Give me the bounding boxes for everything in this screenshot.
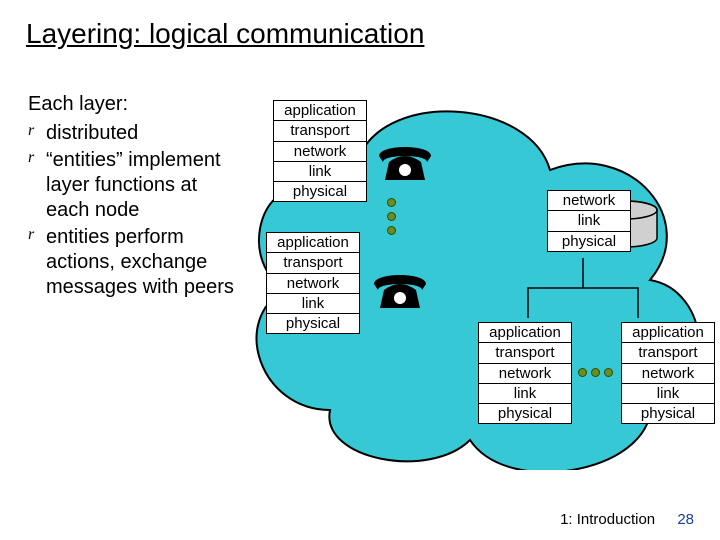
connection-dots bbox=[578, 368, 613, 377]
layer-row: link bbox=[479, 384, 571, 404]
layer-stack-host-b: application transport network link physi… bbox=[266, 232, 360, 334]
layer-row: transport bbox=[267, 253, 359, 273]
layer-row: network bbox=[479, 364, 571, 384]
page-number: 28 bbox=[677, 511, 694, 528]
slide-title: Layering: logical communication bbox=[26, 18, 424, 50]
bracket-line-icon bbox=[508, 258, 658, 328]
bullet-marker: r bbox=[28, 148, 46, 168]
lead-line: Each layer: bbox=[28, 92, 238, 117]
bullet-item: r“entities” implement layer functions at… bbox=[28, 148, 238, 223]
layer-row: transport bbox=[479, 343, 571, 363]
layer-row: transport bbox=[274, 121, 366, 141]
layer-row: physical bbox=[548, 232, 630, 251]
layer-row: application bbox=[274, 101, 366, 121]
bullet-marker: r bbox=[28, 225, 46, 245]
bullet-text: entities perform actions, exchange messa… bbox=[46, 225, 238, 300]
layer-stack-host-a: application transport network link physi… bbox=[273, 100, 367, 202]
slide-footer: 1: Introduction 28 bbox=[560, 511, 694, 528]
chapter-label: 1: Introduction bbox=[560, 511, 655, 528]
connection-dots bbox=[387, 198, 396, 235]
layer-row: physical bbox=[274, 182, 366, 201]
layer-stack-host-d: application transport network link physi… bbox=[621, 322, 715, 424]
bullet-text: distributed bbox=[46, 121, 238, 146]
layer-row: link bbox=[622, 384, 714, 404]
layer-row: application bbox=[267, 233, 359, 253]
layer-row: network bbox=[622, 364, 714, 384]
layer-row: link bbox=[267, 294, 359, 314]
bullet-text: “entities” implement layer functions at … bbox=[46, 148, 238, 223]
layer-row: transport bbox=[622, 343, 714, 363]
layer-row: physical bbox=[267, 314, 359, 333]
layer-row: physical bbox=[622, 404, 714, 423]
layer-row: link bbox=[274, 162, 366, 182]
layer-stack-host-c: application transport network link physi… bbox=[478, 322, 572, 424]
layer-row: network bbox=[548, 191, 630, 211]
layer-row: network bbox=[274, 142, 366, 162]
body-text: Each layer: rdistributed r“entities” imp… bbox=[28, 92, 238, 302]
bullet-marker: r bbox=[28, 121, 46, 141]
layer-row: network bbox=[267, 274, 359, 294]
bullet-item: rentities perform actions, exchange mess… bbox=[28, 225, 238, 300]
phone-icon bbox=[375, 140, 435, 187]
bullet-item: rdistributed bbox=[28, 121, 238, 146]
layer-stack-router: network link physical bbox=[547, 190, 631, 252]
phone-icon bbox=[370, 268, 430, 315]
layer-row: link bbox=[548, 211, 630, 231]
layer-row: physical bbox=[479, 404, 571, 423]
